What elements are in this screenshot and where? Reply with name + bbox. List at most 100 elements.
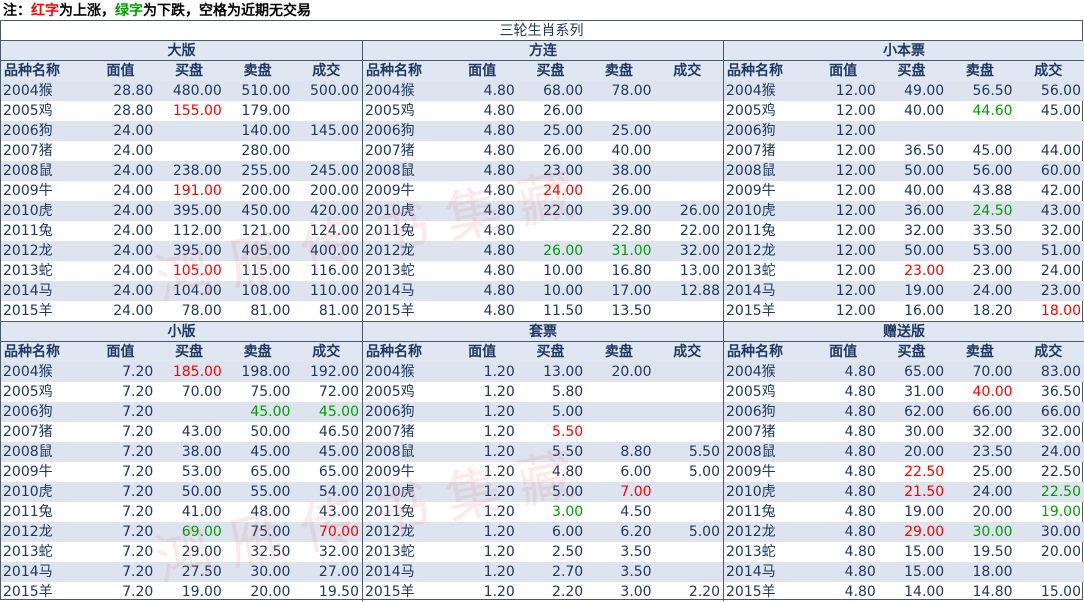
- stamp-name-cell: 2010虎: [1, 482, 88, 502]
- table-row: 2014马 4.80 15.00 18.00: [724, 562, 1084, 582]
- deal-cell: [654, 482, 723, 502]
- stamp-name-cell: 2015羊: [365, 303, 415, 319]
- ask-cell: 40.00: [972, 384, 1013, 400]
- bid-cell: 13.00: [517, 362, 587, 382]
- header-row: 品种名称 面值 买盘 卖盘 成交: [1, 61, 362, 81]
- face-cell: 1.20: [449, 362, 518, 382]
- face-cell: 7.20: [87, 522, 157, 542]
- face-cell: 4.80: [810, 522, 879, 542]
- bid-cell: 6.00: [517, 522, 587, 542]
- face-cell: 12.00: [835, 303, 876, 319]
- bid-cell: 10.00: [543, 263, 584, 279]
- panel-title: 套票: [363, 322, 723, 342]
- stamp-name-cell: 2010虎: [724, 201, 811, 221]
- face-cell: 24.00: [113, 263, 154, 279]
- ask-cell: 108.00: [224, 281, 294, 301]
- stamp-name-cell: 2014马: [1, 281, 88, 301]
- price-table: 品种名称 面值 买盘 卖盘 成交 2004猴 28.80 480.00 510.00 500.00…: [1, 61, 362, 321]
- column-header: 成交: [293, 342, 362, 362]
- bid-cell: 26.00: [543, 103, 584, 119]
- note-mid1: 为上涨，: [59, 3, 115, 19]
- table-row: 2006狗 24.00 140.00 145.00: [1, 121, 362, 141]
- bid-cell: 23.00: [517, 161, 587, 181]
- face-cell: 1.20: [449, 402, 518, 422]
- table-row: 2010虎 4.80 22.00 39.00 26.00: [363, 201, 723, 221]
- deal-cell: 19.50: [318, 584, 359, 600]
- deal-cell: 70.00: [293, 522, 362, 542]
- ask-cell: 81.00: [250, 303, 291, 319]
- face-cell: 4.80: [844, 544, 876, 560]
- stamp-name-cell: 2014马: [363, 281, 450, 301]
- table-row: 2004猴 4.80 65.00 70.00 83.00: [724, 362, 1084, 382]
- deal-cell: [654, 402, 723, 422]
- ask-cell: [586, 101, 654, 121]
- ask-cell: 18.20: [972, 303, 1013, 319]
- column-header: 品种名称: [724, 61, 811, 81]
- column-header: 卖盘: [586, 342, 655, 362]
- table-row: 2007猪 12.00 36.50 45.00 44.00: [724, 141, 1084, 161]
- face-cell: 24.00: [87, 281, 157, 301]
- ask-cell: 55.00: [224, 482, 294, 502]
- table-row: 2005鸡 4.80 26.00: [363, 101, 723, 121]
- stamp-name-cell: 2009牛: [365, 464, 415, 480]
- stamp-name-cell: 2007猪: [726, 424, 776, 440]
- stamp-name-cell: 2012龙: [363, 522, 450, 542]
- table-row: 2005鸡 4.80 31.00 40.00 36.50: [724, 382, 1084, 402]
- face-cell: 12.00: [810, 201, 879, 221]
- bid-cell: 23.00: [904, 263, 945, 279]
- face-cell: 24.00: [87, 161, 157, 181]
- price-sheet: 三轮生肖系列 大版 品种名称 面值 买盘 卖盘 成交 2004猴 28.80 480.00 510…: [0, 20, 1084, 601]
- deal-cell: [654, 562, 723, 582]
- bid-cell: 25.00: [517, 121, 587, 141]
- table-row: 2006狗 4.80 62.00 66.00 66.00: [724, 402, 1084, 422]
- face-cell: 1.20: [483, 544, 515, 560]
- face-cell: 7.20: [122, 384, 154, 400]
- table-row: 2015羊 12.00 16.00 18.20 18.00: [724, 301, 1084, 321]
- table-row: 2009牛 1.20 4.80 6.00 5.00: [363, 462, 723, 482]
- face-cell: 7.20: [122, 544, 154, 560]
- stamp-name-cell: 2010虎: [363, 201, 450, 221]
- ask-cell: 24.00: [947, 281, 1016, 301]
- table-row: 2014马 1.20 2.70 3.50: [363, 562, 723, 582]
- face-cell: 7.20: [87, 442, 157, 462]
- face-cell: 4.80: [810, 362, 879, 382]
- table-row: 2006狗 1.20 5.00: [363, 402, 723, 422]
- bid-cell: 32.00: [904, 223, 945, 239]
- face-cell: 1.20: [449, 482, 518, 502]
- bid-cell: [156, 402, 225, 422]
- table-row: 2004猴 7.20 185.00 198.00 192.00: [1, 362, 362, 382]
- deal-cell: [655, 542, 723, 562]
- face-cell: 4.80: [844, 384, 876, 400]
- bid-cell: 155.00: [172, 103, 222, 119]
- bid-cell: 29.00: [181, 544, 222, 560]
- deal-cell: 500.00: [293, 81, 362, 101]
- table-row: 2007猪 4.80 26.00 40.00: [363, 141, 723, 161]
- ask-cell: 75.00: [250, 384, 291, 400]
- bid-cell: 50.00: [878, 161, 948, 181]
- deal-cell: 42.00: [1040, 183, 1081, 199]
- table-row: 2013蛇 7.20 29.00 32.50 32.00: [1, 542, 362, 562]
- deal-cell: 245.00: [293, 161, 362, 181]
- stamp-name-cell: 2007猪: [365, 143, 415, 159]
- price-table: 品种名称 面值 买盘 卖盘 成交 2004猴 12.00 49.00 56.50 56.00 200…: [724, 61, 1084, 321]
- panel-title: 小本票: [724, 41, 1084, 61]
- panel-3: 小版 品种名称 面值 买盘 卖盘 成交 2004猴 7.20 185.00 198.00 192.0…: [1, 321, 362, 601]
- bid-cell: 36.50: [904, 143, 945, 159]
- ask-cell: 200.00: [241, 183, 291, 199]
- bid-cell: 5.80: [552, 384, 584, 400]
- face-cell: 12.00: [835, 143, 876, 159]
- deal-cell: 30.00: [1015, 522, 1084, 542]
- stamp-name-cell: 2005鸡: [726, 384, 776, 400]
- ask-cell: 405.00: [224, 241, 294, 261]
- column-header: 买盘: [156, 61, 225, 81]
- deal-cell: [293, 141, 362, 161]
- stamp-name-cell: 2009牛: [3, 183, 53, 199]
- bid-cell: 38.00: [156, 442, 225, 462]
- stamp-name-cell: 2005鸡: [365, 384, 415, 400]
- bid-cell: 19.00: [181, 584, 222, 600]
- face-cell: 4.80: [483, 103, 515, 119]
- table-row: 2004猴 1.20 13.00 20.00: [363, 362, 723, 382]
- ask-cell: 510.00: [224, 81, 294, 101]
- deal-cell: 32.00: [1040, 223, 1081, 239]
- bid-cell: 15.00: [878, 562, 948, 582]
